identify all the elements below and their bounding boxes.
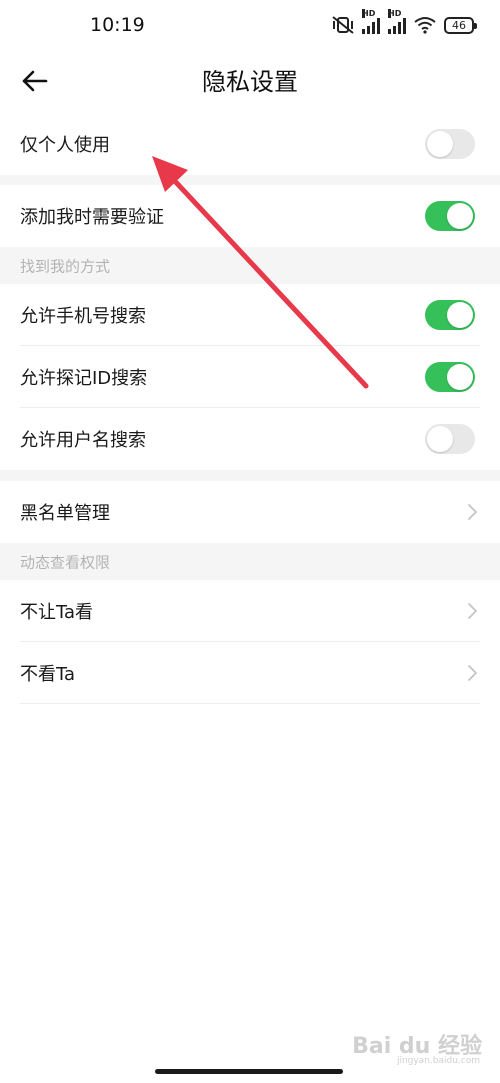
signal-icon-2: HD: [388, 9, 406, 34]
setting-row-verify-add[interactable]: 添加我时需要验证: [0, 185, 500, 247]
header: 隐私设置: [0, 56, 500, 106]
setting-row-phone-search[interactable]: 允许手机号搜索: [0, 284, 500, 346]
username-search-toggle[interactable]: [425, 424, 475, 454]
section-label: 动态查看权限: [20, 553, 111, 571]
toggle-knob: [447, 203, 473, 229]
signal-icon-1: HD: [362, 9, 380, 34]
setting-label: 不看Ta: [20, 664, 76, 685]
setting-row-username-search[interactable]: 允许用户名搜索: [0, 408, 500, 470]
chevron-right-icon: [468, 603, 477, 619]
page-title: 隐私设置: [202, 68, 298, 96]
toggle-knob: [447, 302, 473, 328]
setting-label: 仅个人使用: [20, 135, 110, 156]
section-header-find-me: 找到我的方式: [0, 247, 500, 284]
setting-row-hide-from[interactable]: 不让Ta看: [0, 580, 500, 642]
toggle-knob: [447, 364, 473, 390]
wifi-icon: [414, 17, 436, 34]
setting-label: 允许用户名搜索: [20, 430, 146, 451]
phone-search-toggle[interactable]: [425, 300, 475, 330]
section-header-moments-permission: 动态查看权限: [0, 543, 500, 580]
personal-use-toggle[interactable]: [425, 129, 475, 159]
status-bar: 10:19 HD HD 46: [0, 0, 500, 56]
setting-label: 黑名单管理: [20, 503, 110, 524]
section-gap: [0, 470, 500, 481]
chevron-right-icon: [468, 504, 477, 520]
setting-label: 添加我时需要验证: [20, 207, 164, 228]
toggle-knob: [427, 131, 453, 157]
divider: [20, 703, 480, 704]
id-search-toggle[interactable]: [425, 362, 475, 392]
status-icons: HD HD 46: [332, 9, 477, 34]
setting-row-blacklist[interactable]: 黑名单管理: [0, 481, 500, 543]
toggle-knob: [427, 426, 453, 452]
setting-label: 允许手机号搜索: [20, 306, 146, 327]
vibrate-mute-icon: [332, 16, 354, 34]
verify-add-toggle[interactable]: [425, 201, 475, 231]
setting-row-not-see[interactable]: 不看Ta: [0, 642, 500, 704]
home-indicator[interactable]: [155, 1069, 343, 1074]
hd-label-1: HD: [362, 9, 376, 18]
battery-icon: 46: [444, 16, 477, 34]
setting-row-personal-use[interactable]: 仅个人使用: [0, 113, 500, 175]
baidu-watermark-url: jingyan.baidu.com: [396, 1056, 480, 1066]
status-time: 10:19: [90, 14, 145, 36]
hd-label-2: HD: [388, 9, 402, 18]
chevron-right-icon: [468, 665, 477, 681]
section-gap: [0, 175, 500, 185]
setting-label: 允许探记ID搜索: [20, 368, 148, 389]
setting-label: 不让Ta看: [20, 602, 94, 623]
setting-row-id-search[interactable]: 允许探记ID搜索: [0, 346, 500, 408]
section-label: 找到我的方式: [20, 257, 111, 275]
